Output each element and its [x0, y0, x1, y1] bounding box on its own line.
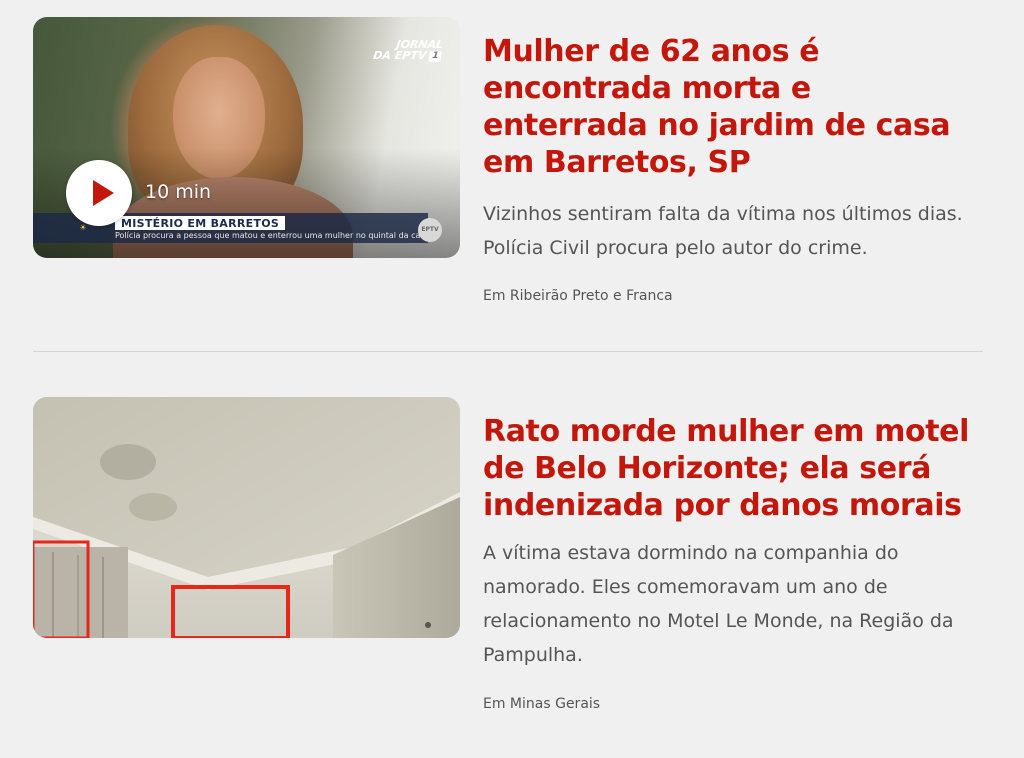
tv-icon: 1 — [428, 50, 442, 62]
video-duration: 10 min — [145, 181, 212, 203]
article-text: Mulher de 62 anos é encontrada morta e e… — [483, 33, 983, 306]
article-headline[interactable]: Rato morde mulher em motel de Belo Horiz… — [483, 413, 983, 524]
article-summary: Vizinhos sentiram falta da vítima nos úl… — [483, 203, 963, 259]
image-thumbnail[interactable] — [33, 397, 460, 638]
thumbnail-image-ceiling — [33, 397, 460, 638]
tv-overlay-title: MISTÉRIO EM BARRETOS — [115, 216, 286, 230]
article-summary: A vítima estava dormindo na companhia do… — [483, 542, 954, 666]
watermark-line2: DA EPTV — [372, 49, 427, 62]
article-card[interactable]: Rato morde mulher em motel de Belo Horiz… — [33, 397, 983, 727]
article-card[interactable]: ☀ MISTÉRIO EM BARRETOS Polícia procura a… — [33, 17, 983, 307]
play-icon[interactable] — [66, 160, 132, 226]
article-headline[interactable]: Mulher de 62 anos é encontrada morta e e… — [483, 33, 983, 181]
article-section: Em Minas Gerais — [483, 696, 601, 712]
video-thumbnail[interactable]: ☀ MISTÉRIO EM BARRETOS Polícia procura a… — [33, 17, 460, 258]
divider — [33, 351, 983, 352]
tv-overlay-subtitle: Polícia procura a pessoa que matou e ent… — [115, 231, 427, 240]
jornal-eptv-watermark: JORNAL DA EPTV 1 — [372, 38, 444, 62]
article-text: Rato morde mulher em motel de Belo Horiz… — [483, 413, 983, 714]
article-section: Em Ribeirão Preto e Franca — [483, 288, 673, 304]
eptv-logo: EPTV — [418, 218, 442, 242]
